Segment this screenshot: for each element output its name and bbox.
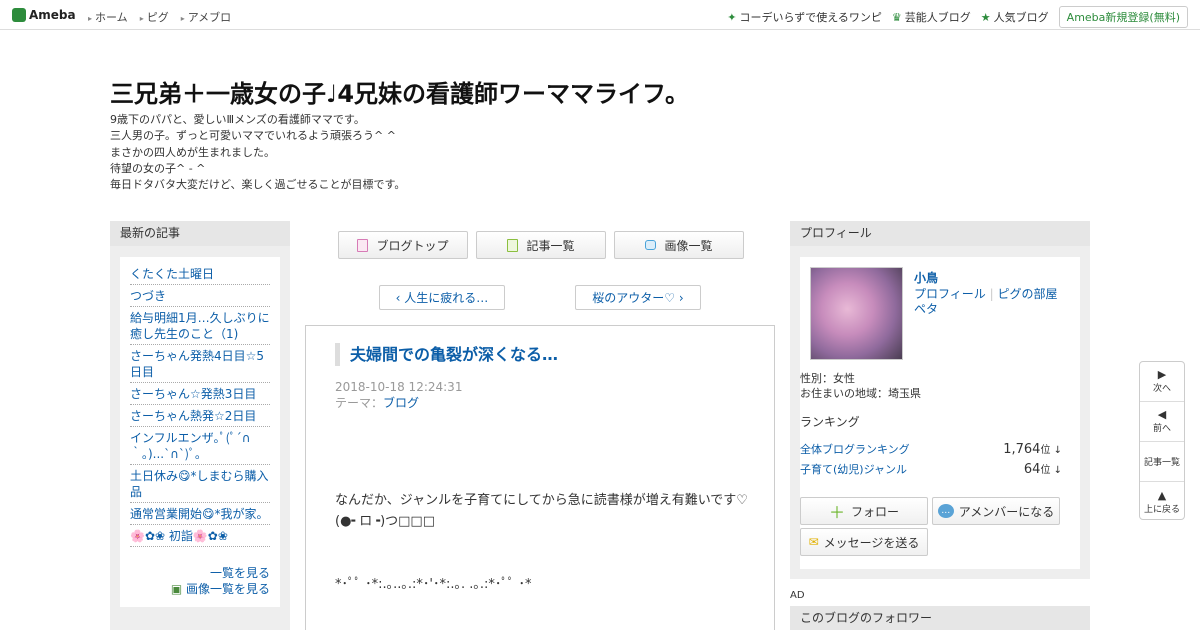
document-icon xyxy=(357,238,369,252)
recent-articles-panel: 最新の記事 くたくた土曜日 つづき 給与明細1月…久しぶりに癒し先生のこと（1)… xyxy=(110,221,290,630)
article-list-button[interactable]: 記事一覧 xyxy=(476,231,606,259)
profile-links: プロフィール | ピグの部屋 ペタ xyxy=(914,287,1058,316)
list-item[interactable]: くたくた土曜日 xyxy=(130,263,270,285)
ad-label: AD xyxy=(790,590,805,601)
peta-link[interactable]: ペタ xyxy=(914,302,938,316)
global-nav: ホーム ピグ アメブロ xyxy=(88,9,243,25)
ameba-logo[interactable]: Ameba xyxy=(12,8,76,22)
pigg-room-link[interactable]: ピグの部屋 xyxy=(997,287,1057,301)
profile-heading: プロフィール xyxy=(790,221,1090,246)
followers-heading: このブログのフォロワー xyxy=(790,606,1090,630)
blog-description: 9歳下のパパと、愛しいⅢメンズの看護師ママです。 三人男の子。ずっと可愛いママでい… xyxy=(110,113,406,192)
list-item[interactable]: さーちゃん熱発☆2日目 xyxy=(130,405,270,427)
article-meta: 2018-10-18 12:24:31 テーマ：ブログ xyxy=(335,380,463,410)
list-item[interactable]: 🌸✿❀ 初詣🌸✿❀ xyxy=(130,525,270,547)
global-header: Ameba ホーム ピグ アメブロ ✦コーデいらずで使えるワンピ ♛芸能人ブログ… xyxy=(0,0,1200,30)
camera-icon xyxy=(645,240,657,250)
crown-icon: ♛ xyxy=(891,11,902,24)
chat-icon: … xyxy=(937,504,954,518)
prev-button[interactable]: ◀ 前へ xyxy=(1140,402,1184,442)
list-item[interactable]: 給与明細1月…久しぶりに癒し先生のこと（1) xyxy=(130,307,270,345)
view-all-link[interactable]: 一覧を見る xyxy=(210,566,270,580)
blog-title[interactable]: 三兄弟＋一歳女の子♩4兄妹の看護師ワーママライフ。 xyxy=(110,74,689,109)
star-icon: ★ xyxy=(980,11,991,24)
floating-nav: ▶ 次へ ◀ 前へ 記事一覧 ▲ 上に戻る xyxy=(1139,361,1185,520)
list-item[interactable]: インフルエンザ｡ﾟ(ﾟ´∩｀｡)...`∩`)ﾟ｡ xyxy=(130,427,270,465)
plus-icon: ＋ xyxy=(828,503,845,522)
celebrity-blog-link[interactable]: ♛ 芸能人ブログ xyxy=(892,9,971,25)
article: 夫婦間での亀裂が深くなる… 2018-10-18 12:24:31 テーマ：ブロ… xyxy=(305,325,775,630)
article-date: 2018-10-18 12:24:31 xyxy=(335,380,463,394)
profile-box: 小鳥 プロフィール | ピグの部屋 ペタ 性別：女性 お住まいの地域：埼玉県 ラ… xyxy=(800,257,1080,569)
chevron-left-icon: ‹ xyxy=(395,290,405,305)
genre-ranking-link[interactable]: 子育て(幼児)ジャンル xyxy=(800,460,907,480)
avatar[interactable] xyxy=(810,267,903,360)
list-item[interactable]: 通常営業開始😋*我が家。 xyxy=(130,503,270,525)
list-icon xyxy=(507,238,519,252)
image-list-button[interactable]: 画像一覧 xyxy=(614,231,744,259)
recent-articles-heading: 最新の記事 xyxy=(110,221,290,246)
profile-info: 性別：女性 お住まいの地域：埼玉県 ランキング xyxy=(800,372,921,429)
next-article-button[interactable]: 桜のアウター♡ › xyxy=(575,285,701,310)
message-button[interactable]: ✉ メッセージを送る xyxy=(800,528,928,556)
list-item[interactable]: さーちゃん☆発熱3日目 xyxy=(130,383,270,405)
profile-link[interactable]: プロフィール xyxy=(914,287,986,301)
nav-ameblo[interactable]: アメブロ xyxy=(181,9,231,25)
list-item[interactable]: つづき xyxy=(130,285,270,307)
popular-blog-link[interactable]: ★ 人気ブログ xyxy=(981,9,1049,25)
article-theme-link[interactable]: ブログ xyxy=(383,396,419,410)
list-item[interactable]: さーちゃん発熱4日目☆5日目 xyxy=(130,345,270,383)
ranking-list: 全体ブログランキング 1,764位 ↓ 子育て(幼児)ジャンル 64位 ↓ xyxy=(800,440,1062,480)
sparkle-icon: ✦ xyxy=(727,11,737,24)
chevron-right-icon: › xyxy=(675,290,684,305)
promo-link[interactable]: ✦ コーデいらずで使えるワンピ xyxy=(727,9,882,25)
triangle-left-icon: ◀ xyxy=(1157,408,1167,421)
recent-articles-list: くたくた土曜日 つづき 給与明細1月…久しぶりに癒し先生のこと（1) さーちゃん… xyxy=(120,257,280,607)
nav-pigg[interactable]: ピグ xyxy=(140,9,169,25)
article-list-float-button[interactable]: 記事一覧 xyxy=(1140,442,1184,482)
overall-ranking-link[interactable]: 全体ブログランキング xyxy=(800,440,910,460)
prev-article-button[interactable]: ‹ 人生に疲れる… xyxy=(379,285,505,310)
article-title[interactable]: 夫婦間での亀裂が深くなる… xyxy=(335,343,558,366)
next-button[interactable]: ▶ 次へ xyxy=(1140,362,1184,402)
mail-icon: ✉ xyxy=(808,535,819,549)
blog-top-button[interactable]: ブログトップ xyxy=(338,231,468,259)
header-links: ✦ コーデいらずで使えるワンピ ♛ 芸能人ブログ ★ 人気ブログ Ameba新規登録(… xyxy=(717,6,1188,28)
follow-button[interactable]: ＋フォロー xyxy=(800,497,928,525)
image-icon: ▣ xyxy=(170,582,183,596)
view-images-link[interactable]: 画像一覧を見る xyxy=(186,582,270,596)
nav-home[interactable]: ホーム xyxy=(88,9,128,25)
triangle-up-icon: ▲ xyxy=(1157,488,1167,502)
article-body: なんだか、ジャンルを子育てにしてから急に読書様が増え有難いです♡ (●╸ロ╺)つ… xyxy=(335,493,748,592)
back-to-top-button[interactable]: ▲ 上に戻る xyxy=(1140,482,1184,522)
amember-button[interactable]: … アメンバーになる xyxy=(932,497,1060,525)
list-item[interactable]: 土日休み😋*しまむら購入品 xyxy=(130,465,270,503)
more-links: 一覧を見る ▣ 画像一覧を見る xyxy=(130,565,270,597)
register-button[interactable]: Ameba新規登録(無料) xyxy=(1058,6,1188,28)
ranking-label: ランキング xyxy=(800,415,860,429)
ameba-logo-icon xyxy=(12,8,26,22)
profile-panel: プロフィール 小鳥 プロフィール | ピグの部屋 ペタ 性別：女性 お住まいの地… xyxy=(790,221,1090,579)
main-content: ブログトップ 記事一覧 画像一覧 ‹ 人生に疲れる… 桜のアウター♡ › 夫婦間… xyxy=(305,221,775,630)
profile-name[interactable]: 小鳥 xyxy=(914,269,938,286)
blog-nav-buttons: ブログトップ 記事一覧 画像一覧 xyxy=(338,231,752,259)
triangle-right-icon: ▶ xyxy=(1157,368,1167,381)
